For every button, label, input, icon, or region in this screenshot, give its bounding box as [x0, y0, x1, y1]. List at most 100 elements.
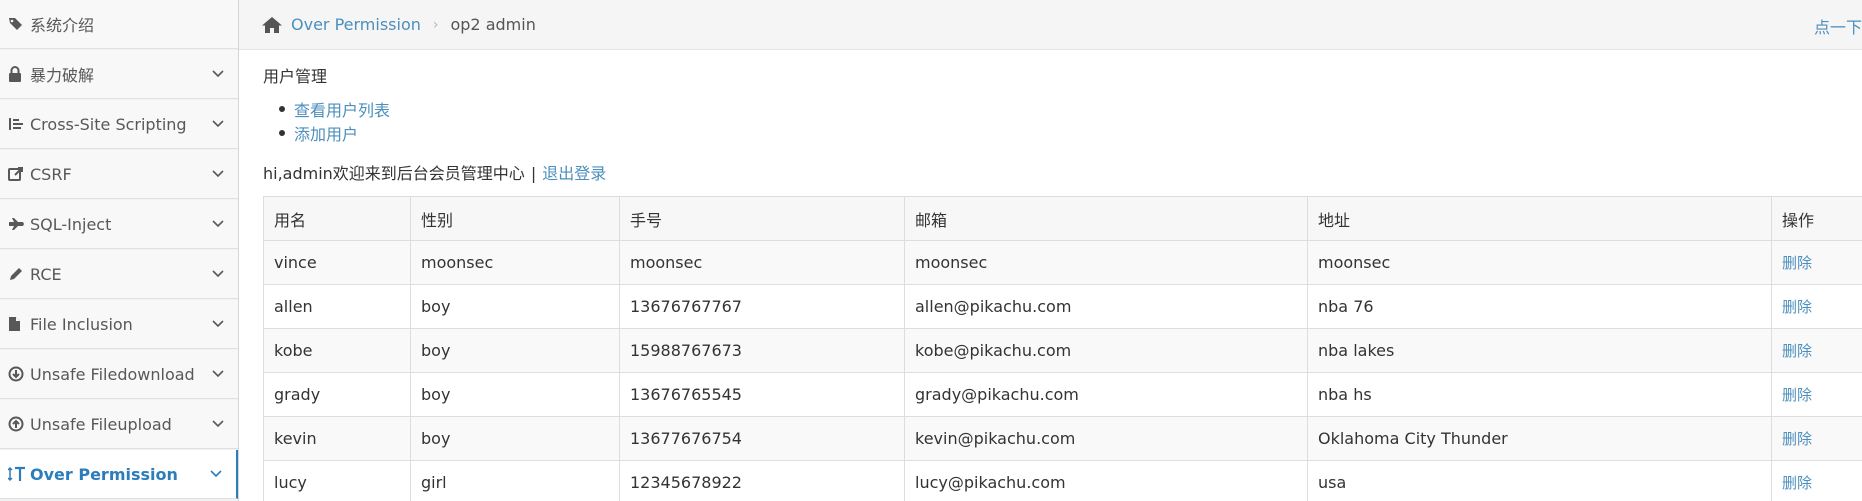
fighter-jet-icon: [8, 217, 30, 231]
sidebar-item-label: Cross-Site Scripting: [30, 114, 187, 134]
chevron-down-icon: [198, 70, 238, 78]
home-icon[interactable]: [261, 14, 283, 36]
cell-phone: 13677676754: [619, 416, 905, 461]
download-icon: [8, 366, 30, 382]
delete-link[interactable]: 删除: [1782, 474, 1812, 492]
cell-email: kobe@pikachu.com: [904, 328, 1308, 373]
delete-link[interactable]: 删除: [1782, 342, 1812, 360]
cell-email: kevin@pikachu.com: [904, 416, 1308, 461]
sidebar-item-label: Unsafe Fileupload: [30, 414, 172, 434]
cell-gender: boy: [410, 372, 620, 417]
sidebar-item-label: 暴力破解: [30, 66, 95, 85]
view-user-list-link[interactable]: 查看用户列表: [294, 97, 390, 121]
pencil-icon: [8, 266, 30, 282]
cell-username: lucy: [263, 460, 411, 501]
text-height-icon: [8, 466, 30, 482]
table-row: kevin boy 13677676754 kevin@pikachu.com …: [263, 416, 1862, 461]
sidebar-item-intro[interactable]: 系统介绍: [0, 0, 238, 49]
sidebar-item-xss[interactable]: Cross-Site Scripting: [0, 100, 238, 149]
cell-email: allen@pikachu.com: [904, 284, 1308, 329]
hint-link[interactable]: 点一下提示: [1814, 14, 1862, 38]
cell-address: nba 76: [1307, 284, 1772, 329]
sidebar-item-label: RCE: [30, 264, 62, 284]
chevron-down-icon: [196, 470, 236, 478]
cell-address: Oklahoma City Thunder: [1307, 416, 1772, 461]
sidebar-item-label: CSRF: [30, 164, 72, 184]
divider: |: [530, 164, 537, 183]
chevron-down-icon: [198, 270, 238, 278]
sidebar-item-label: File Inclusion: [30, 314, 133, 334]
cell-email: lucy@pikachu.com: [904, 460, 1308, 501]
breadcrumb-current: op2 admin: [450, 15, 536, 34]
cell-username: allen: [263, 284, 411, 329]
user-table-wrapper: 用名 性别 手号 邮箱 地址 操作 vince moonsec moonsec …: [263, 196, 1862, 501]
cell-action: 删除: [1771, 284, 1862, 329]
chevron-down-icon: [198, 120, 238, 128]
sidebar-item-sqli[interactable]: SQL-Inject: [0, 200, 238, 249]
section-title: 用户管理: [263, 67, 328, 86]
cell-address: nba lakes: [1307, 328, 1772, 373]
chevron-down-icon: [198, 370, 238, 378]
sidebar-item-filedownload[interactable]: Unsafe Filedownload: [0, 350, 238, 399]
sidebar-item-label: Unsafe Filedownload: [30, 364, 195, 384]
main-content: 用户管理 查看用户列表 添加用户 hi,admin欢迎来到后台会员管理中心 | 退出…: [263, 50, 1862, 501]
table-row: allen boy 13676767767 allen@pikachu.com …: [263, 284, 1862, 329]
cell-address: moonsec: [1307, 240, 1772, 285]
delete-link[interactable]: 删除: [1782, 386, 1812, 404]
cell-username: kobe: [263, 328, 411, 373]
cell-phone: 15988767673: [619, 328, 905, 373]
sidebar-item-rce[interactable]: RCE: [0, 250, 238, 299]
cell-action: 删除: [1771, 460, 1862, 501]
cell-username: vince: [263, 240, 411, 285]
welcome-line: hi,admin欢迎来到后台会员管理中心 | 退出登录: [263, 160, 606, 184]
add-user-link[interactable]: 添加用户: [294, 121, 358, 145]
list-icon: [8, 116, 30, 132]
cell-gender: boy: [410, 284, 620, 329]
cell-gender: boy: [410, 416, 620, 461]
list-item: 查看用户列表: [279, 97, 390, 121]
cell-username: grady: [263, 372, 411, 417]
cell-email: moonsec: [904, 240, 1308, 285]
chevron-down-icon: [198, 420, 238, 428]
column-header: 性别: [410, 196, 620, 241]
lock-icon: [8, 66, 30, 82]
cell-action: 删除: [1771, 416, 1862, 461]
delete-link[interactable]: 删除: [1782, 298, 1812, 316]
column-header: 操作: [1771, 196, 1862, 241]
sidebar-item-over-permission[interactable]: Over Permission: [0, 450, 238, 499]
sidebar-item-csrf[interactable]: CSRF: [0, 150, 238, 199]
share-icon: [8, 166, 30, 182]
cell-phone: 12345678922: [619, 460, 905, 501]
cell-address: usa: [1307, 460, 1772, 501]
chevron-down-icon: [198, 170, 238, 178]
sidebar-item-bruteforce[interactable]: 暴力破解: [0, 50, 238, 99]
cell-gender: moonsec: [410, 240, 620, 285]
cell-phone: 13676767767: [619, 284, 905, 329]
user-table: 用名 性别 手号 邮箱 地址 操作 vince moonsec moonsec …: [263, 196, 1862, 501]
list-item: 添加用户: [279, 121, 390, 145]
cell-action: 删除: [1771, 372, 1862, 417]
breadcrumb-link[interactable]: Over Permission: [291, 15, 421, 34]
upload-icon: [8, 416, 30, 432]
cell-username: kevin: [263, 416, 411, 461]
chevron-down-icon: [198, 320, 238, 328]
sidebar-item-label: 系统介绍: [30, 16, 95, 35]
tags-icon: [8, 16, 30, 32]
logout-link[interactable]: 退出登录: [542, 164, 606, 183]
sidebar: 系统介绍 暴力破解 Cross-Site Scripting CSRF SQL-…: [0, 0, 239, 501]
column-header: 邮箱: [904, 196, 1308, 241]
sidebar-item-file-inclusion[interactable]: File Inclusion: [0, 300, 238, 349]
cell-address: nba hs: [1307, 372, 1772, 417]
delete-link[interactable]: 删除: [1782, 430, 1812, 448]
table-row: grady boy 13676765545 grady@pikachu.com …: [263, 372, 1862, 417]
delete-link[interactable]: 删除: [1782, 254, 1812, 272]
cell-phone: moonsec: [619, 240, 905, 285]
cell-email: grady@pikachu.com: [904, 372, 1308, 417]
bullet-icon: [279, 106, 285, 112]
sidebar-item-label: SQL-Inject: [30, 214, 112, 234]
table-header-row: 用名 性别 手号 邮箱 地址 操作: [263, 196, 1862, 241]
sidebar-item-label: Over Permission: [30, 464, 178, 484]
table-row: vince moonsec moonsec moonsec moonsec 删除: [263, 240, 1862, 285]
sidebar-item-fileupload[interactable]: Unsafe Fileupload: [0, 400, 238, 449]
table-row: kobe boy 15988767673 kobe@pikachu.com nb…: [263, 328, 1862, 373]
